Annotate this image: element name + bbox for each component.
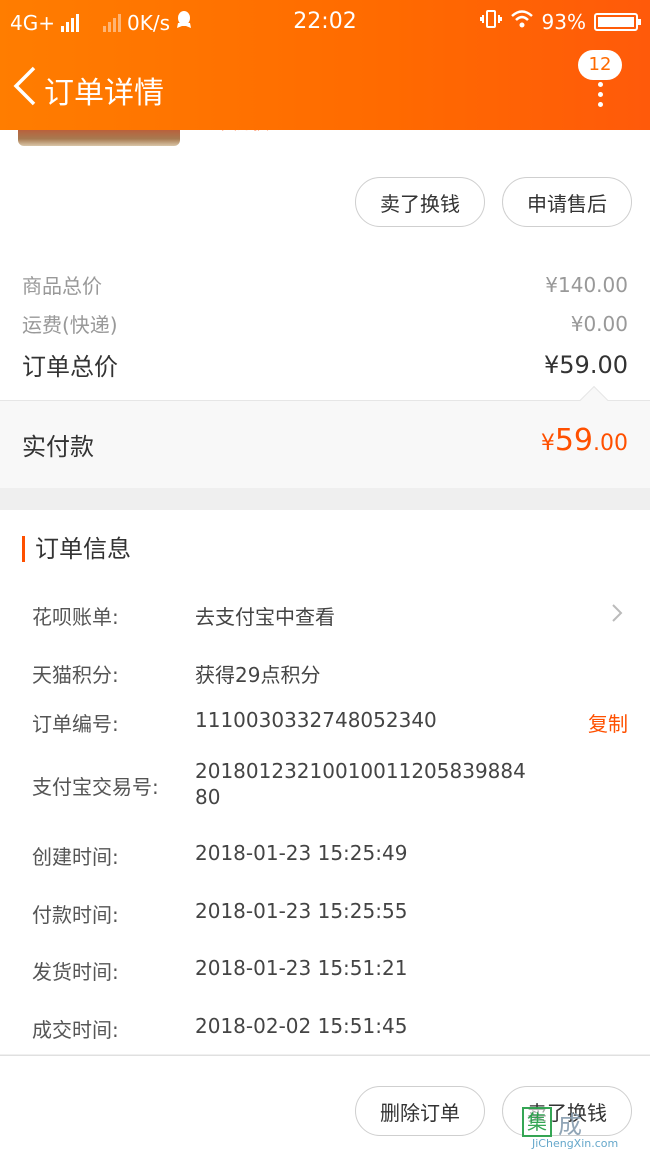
paid-decimal: .00 (593, 431, 628, 456)
back-button[interactable] (10, 64, 40, 108)
huabei-link[interactable]: 去支付宝中查看 (195, 601, 335, 630)
status-right: 93% (479, 9, 641, 34)
goods-total-value: ¥140.00 (545, 272, 628, 297)
created-time-label: 创建时间: (32, 845, 119, 869)
paid-currency: ¥ (540, 431, 555, 456)
huabei-label: 花呗账单: (32, 605, 119, 629)
paid-time-label: 付款时间: (32, 903, 119, 927)
message-badge: 12 (578, 50, 622, 80)
watermark-url: JiChengXin.com (532, 1137, 619, 1150)
status-bar: 4G+ 0K/s 22:02 93% (0, 0, 650, 44)
delete-order-button[interactable]: 删除订单 (355, 1086, 485, 1136)
page-title: 订单详情 (44, 76, 164, 111)
section-divider (0, 488, 650, 510)
alipay-trade-value-line2: 80 (195, 785, 221, 809)
vibrate-icon (479, 9, 502, 34)
order-info-title: 订单信息 (22, 536, 131, 562)
nav-bar: 订单详情 12 (0, 50, 650, 130)
order-number-label: 订单编号: (32, 712, 119, 736)
deal-time-label: 成交时间: (32, 1018, 119, 1042)
order-total-label: 订单总价 (22, 353, 118, 381)
chevron-right-icon[interactable] (610, 603, 624, 623)
shipped-time-value: 2018-01-23 15:51:21 (195, 956, 408, 980)
watermark-mark: 集 (522, 1107, 552, 1137)
chevron-left-icon (13, 66, 36, 106)
shipped-time-label: 发货时间: (32, 960, 119, 984)
shipping-label: 运费(快递) (22, 313, 118, 337)
order-total-row: 订单总价 ¥59.00 (22, 347, 628, 382)
battery-percent: 93% (541, 9, 586, 34)
wifi-icon (510, 9, 534, 34)
copy-button[interactable]: 复制 (588, 708, 628, 737)
paid-time-value: 2018-01-23 15:25:55 (195, 899, 408, 923)
points-label: 天猫积分: (32, 663, 119, 687)
goods-total-row: 商品总价 ¥140.00 (22, 270, 628, 299)
created-time-value: 2018-01-23 15:25:49 (195, 841, 408, 865)
goods-total-label: 商品总价 (22, 274, 102, 298)
points-value: 获得29点积分 (195, 663, 321, 687)
alipay-trade-label: 支付宝交易号: (32, 775, 159, 799)
watermark-logo: 集 成 JiChengXin.com (522, 1101, 646, 1150)
sell-button[interactable]: 卖了换钱 (355, 177, 485, 227)
paid-label: 实付款 (22, 433, 94, 461)
watermark-text: 成 (558, 1111, 583, 1139)
bottom-action-bar: 删除订单 卖了换钱 集 成 JiChengXin.com (0, 1055, 650, 1155)
alipay-trade-value-line1: 20180123210010011205839884 (195, 759, 526, 783)
notch-decoration (579, 385, 609, 415)
paid-amount-row: 实付款 ¥59.00 (0, 385, 650, 488)
shipping-row: 运费(快递) ¥0.00 (22, 309, 628, 338)
battery-icon (594, 12, 641, 31)
paid-amount: ¥59.00 (541, 423, 628, 458)
app-header: 4G+ 0K/s 22:02 93% 订单详情 12 (0, 0, 650, 130)
shipping-value: ¥0.00 (570, 311, 628, 336)
deal-time-value: 2018-02-02 15:51:45 (195, 1014, 408, 1038)
order-total-value: ¥59.00 (544, 350, 628, 379)
more-button[interactable]: 12 (574, 50, 630, 114)
order-number-value: 1110030332748052340 (195, 708, 437, 732)
after-sale-button[interactable]: 申请售后 (502, 177, 632, 227)
more-dots-icon (598, 82, 604, 112)
paid-integer: 59 (554, 423, 593, 458)
